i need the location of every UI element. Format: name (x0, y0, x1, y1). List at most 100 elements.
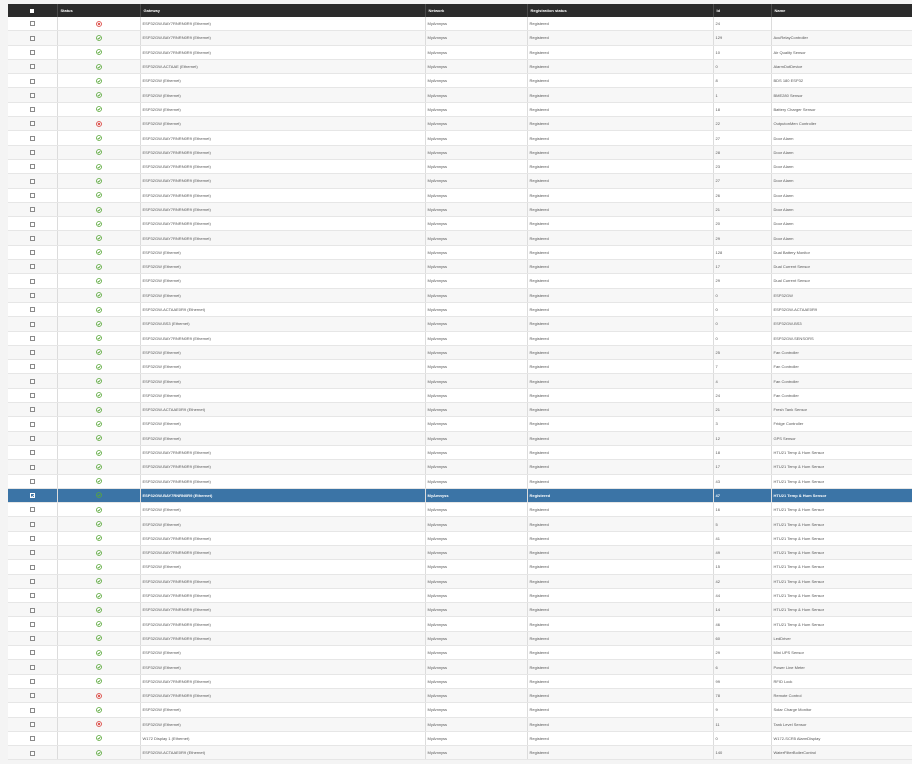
table-row[interactable]: ESP32GW-BS3 (Ethernet) MyAmnyss Registered… (8, 316, 912, 332)
row-checkbox[interactable] (29, 207, 35, 213)
row-checkbox[interactable] (29, 278, 35, 284)
row-checkbox[interactable] (29, 607, 35, 613)
row-checkbox[interactable] (29, 679, 35, 685)
table-row[interactable]: ESP32GW-BAY7RNRN0R9 (Ethernet) MyAmnyss Re… (8, 188, 912, 203)
row-checkbox-cell[interactable] (8, 316, 58, 332)
row-checkbox[interactable] (29, 321, 35, 327)
row-checkbox-cell[interactable] (8, 702, 58, 718)
table-row[interactable]: ESP32GW-BAY7RNRN0R9 (Ethernet) MyAmnyss Re… (8, 588, 912, 604)
row-checkbox[interactable] (29, 750, 35, 756)
row-checkbox-cell[interactable] (8, 245, 58, 261)
select-all-box[interactable] (30, 8, 35, 13)
select-all-checkbox[interactable] (8, 4, 58, 17)
table-row[interactable]: ESP32GW-BAY7RNRN0R9 (Ethernet) MyAmnyss Re… (8, 45, 912, 60)
table-row[interactable]: ESP32GW (Ethernet) MyAmnyss Registered 4 Fan… (8, 373, 912, 389)
column-header-network[interactable]: Network (425, 4, 528, 17)
row-checkbox[interactable] (29, 35, 35, 41)
row-checkbox[interactable] (29, 393, 35, 399)
row-checkbox-cell[interactable] (8, 416, 58, 432)
table-row[interactable]: ESP32GW-BAY7RNRN0R9 (Ethernet) MyAmnyss Re… (8, 230, 912, 246)
row-checkbox-cell[interactable] (8, 388, 58, 404)
row-checkbox-cell[interactable] (8, 359, 58, 375)
row-checkbox[interactable] (29, 135, 35, 141)
table-row[interactable]: ✓ ESP32GW-BAY7RNRN0R9 (Ethernet) MyAmnyss R… (8, 488, 912, 504)
table-row[interactable]: ESP32GW (Ethernet) MyAmnyss Registered 15 HT… (8, 559, 912, 575)
row-checkbox[interactable] (29, 250, 35, 256)
row-checkbox-cell[interactable] (8, 731, 58, 747)
table-row[interactable]: ESP32GW (Ethernet) MyAmnyss Registered 6 Pow… (8, 659, 912, 675)
row-checkbox-cell[interactable] (8, 202, 58, 218)
row-checkbox-cell[interactable] (8, 616, 58, 632)
table-row[interactable]: ESP32GW-BAY7RNRN0R9 (Ethernet) MyAmnyss Re… (8, 202, 912, 218)
table-row[interactable]: ESP32GW-ACTAAE0R9 (Ethernet) MyAmnyss Regi… (8, 745, 912, 761)
row-checkbox-cell[interactable] (8, 216, 58, 232)
row-checkbox-cell[interactable] (8, 30, 58, 46)
table-row[interactable]: ESP32GW (Ethernet) MyAmnyss Registered 18 Ba… (8, 102, 912, 118)
row-checkbox[interactable] (29, 464, 35, 470)
table-row[interactable]: ESP32GW-BAY7RNRN0R9 (Ethernet) MyAmnyss Re… (8, 159, 912, 175)
row-checkbox-cell[interactable] (8, 87, 58, 103)
row-checkbox[interactable] (29, 693, 35, 699)
row-checkbox-cell[interactable] (8, 331, 58, 346)
row-checkbox[interactable] (29, 335, 35, 341)
row-checkbox-cell[interactable] (8, 102, 58, 118)
row-checkbox-cell[interactable] (8, 345, 58, 361)
row-checkbox-cell[interactable] (8, 688, 58, 704)
row-checkbox[interactable] (29, 378, 35, 384)
table-row[interactable]: ESP32GW (Ethernet) MyAmnyss Registered 29 Du… (8, 273, 912, 289)
table-row[interactable]: ESP32GW (Ethernet) MyAmnyss Registered 3 Fri… (8, 416, 912, 432)
table-row[interactable]: ESP32GW-BAY7RNRN0R9 (Ethernet) MyAmnyss Re… (8, 531, 912, 546)
table-row[interactable]: ESP32GW-BAY7RNRN0R9 (Ethernet) MyAmnyss Re… (8, 216, 912, 232)
row-checkbox[interactable] (29, 192, 35, 198)
row-checkbox[interactable] (29, 21, 35, 27)
table-row[interactable]: ESP32GW (Ethernet) MyAmnyss Registered 12 GP… (8, 431, 912, 446)
table-row[interactable]: ESP32GW-BAY7RNRN0R9 (Ethernet) MyAmnyss Re… (8, 145, 912, 160)
row-checkbox-cell[interactable] (8, 474, 58, 489)
table-row[interactable]: ESP32GW-BAY7RNRN0R9 (Ethernet) MyAmnyss Re… (8, 616, 912, 632)
row-checkbox-cell[interactable] (8, 288, 58, 303)
row-checkbox-cell[interactable] (8, 273, 58, 289)
row-checkbox-cell[interactable] (8, 717, 58, 732)
row-checkbox[interactable] (29, 364, 35, 370)
table-row[interactable]: ESP32GW-BAY7RNRN0R9 (Ethernet) MyAmnyss Re… (8, 545, 912, 561)
table-row[interactable]: ESP32GW-BAY7RNRN0R9 (Ethernet) MyAmnyss Re… (8, 445, 912, 461)
row-checkbox-cell[interactable] (8, 531, 58, 546)
table-row[interactable]: ESP32GW-BAY7RNRN0R9 (Ethernet) MyAmnyss Re… (8, 602, 912, 618)
row-checkbox[interactable] (29, 49, 35, 55)
row-checkbox-cell[interactable] (8, 173, 58, 189)
row-checkbox[interactable] (29, 92, 35, 98)
row-checkbox-cell[interactable] (8, 502, 58, 518)
row-checkbox[interactable] (29, 107, 35, 113)
column-header-status[interactable]: Status (57, 4, 141, 17)
row-checkbox[interactable] (29, 64, 35, 70)
row-checkbox-cell[interactable] (8, 516, 58, 532)
row-checkbox-cell[interactable] (8, 445, 58, 461)
row-checkbox[interactable] (29, 293, 35, 298)
column-header-registration-status[interactable]: Registration status (527, 4, 714, 17)
row-checkbox-cell[interactable] (8, 373, 58, 389)
row-checkbox-cell[interactable] (8, 130, 58, 146)
row-checkbox[interactable] (29, 221, 35, 227)
row-checkbox[interactable] (29, 650, 35, 656)
row-checkbox-cell[interactable] (8, 159, 58, 175)
row-checkbox-cell[interactable] (8, 45, 58, 60)
row-checkbox-cell[interactable] (8, 659, 58, 675)
table-row[interactable]: ESP32GW-BAY7RNRN0R9 (Ethernet) MyAmnyss Re… (8, 688, 912, 704)
table-row[interactable]: ESP32GW-BAY7RNRN0R9 (Ethernet) MyAmnyss Re… (8, 674, 912, 689)
row-checkbox[interactable] (29, 707, 35, 713)
table-row[interactable]: ESP32GW (Ethernet) MyAmnyss Registered 7 Fan… (8, 359, 912, 375)
row-checkbox[interactable] (29, 435, 35, 441)
table-row[interactable]: ESP32GW-BAY7RNRN0R9 (Ethernet) MyAmnyss Re… (8, 331, 912, 346)
table-row[interactable]: ESP32GW (Ethernet) MyAmnyss Registered 9 Sol… (8, 702, 912, 718)
row-checkbox-cell[interactable] (8, 402, 58, 418)
row-checkbox[interactable] (29, 550, 35, 556)
row-checkbox-cell[interactable] (8, 431, 58, 446)
row-checkbox-cell[interactable] (8, 116, 58, 132)
row-checkbox[interactable]: ✓ (29, 493, 35, 500)
row-checkbox[interactable] (29, 350, 35, 356)
row-checkbox-cell[interactable] (8, 674, 58, 689)
table-row[interactable]: ESP32GW (Ethernet) MyAmnyss Registered 8 BDS… (8, 73, 912, 89)
row-checkbox[interactable] (29, 664, 35, 670)
table-row[interactable]: ESP32GW (Ethernet) MyAmnyss Registered 24 Fa… (8, 388, 912, 404)
row-checkbox-cell[interactable] (8, 559, 58, 575)
